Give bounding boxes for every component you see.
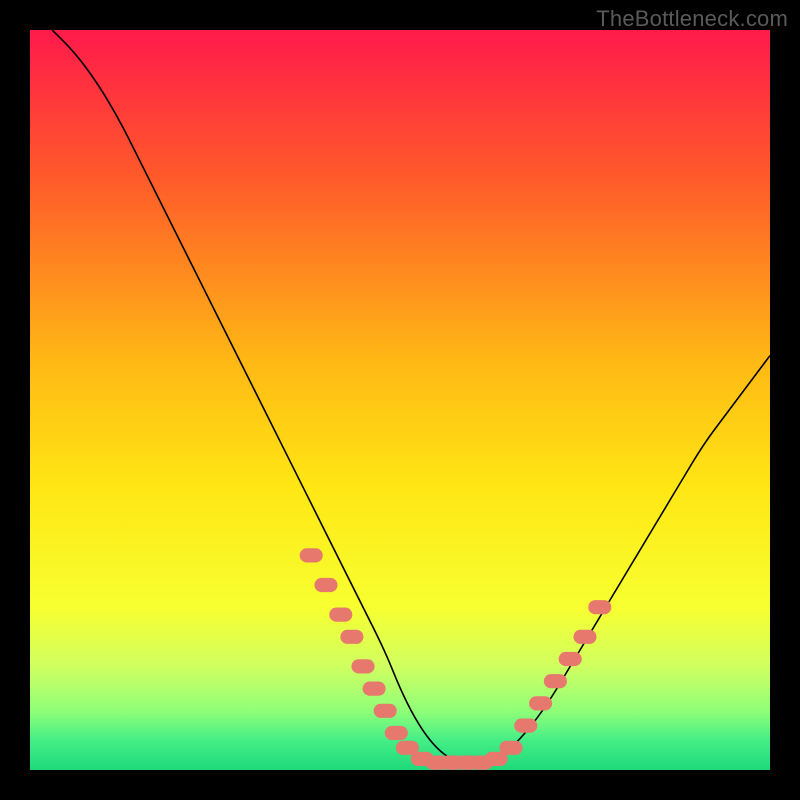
chart-frame: TheBottleneck.com — [0, 0, 800, 800]
highlight-dot — [385, 726, 408, 740]
highlight-dot — [544, 674, 567, 688]
highlight-dot — [559, 652, 582, 666]
highlight-dot — [514, 718, 537, 732]
highlight-dot — [300, 548, 323, 562]
highlight-dot — [499, 741, 522, 755]
plot-svg — [30, 30, 770, 770]
highlight-dot — [329, 607, 352, 621]
highlight-dot — [314, 578, 337, 592]
plot-area — [30, 30, 770, 770]
highlight-dot — [588, 600, 611, 614]
highlight-dot — [363, 681, 386, 695]
highlight-dot — [573, 630, 596, 644]
watermark-text: TheBottleneck.com — [596, 6, 788, 32]
highlight-dot — [529, 696, 552, 710]
highlight-dot — [351, 659, 374, 673]
highlight-dot — [340, 630, 363, 644]
gradient-background — [30, 30, 770, 770]
highlight-dot — [374, 704, 397, 718]
